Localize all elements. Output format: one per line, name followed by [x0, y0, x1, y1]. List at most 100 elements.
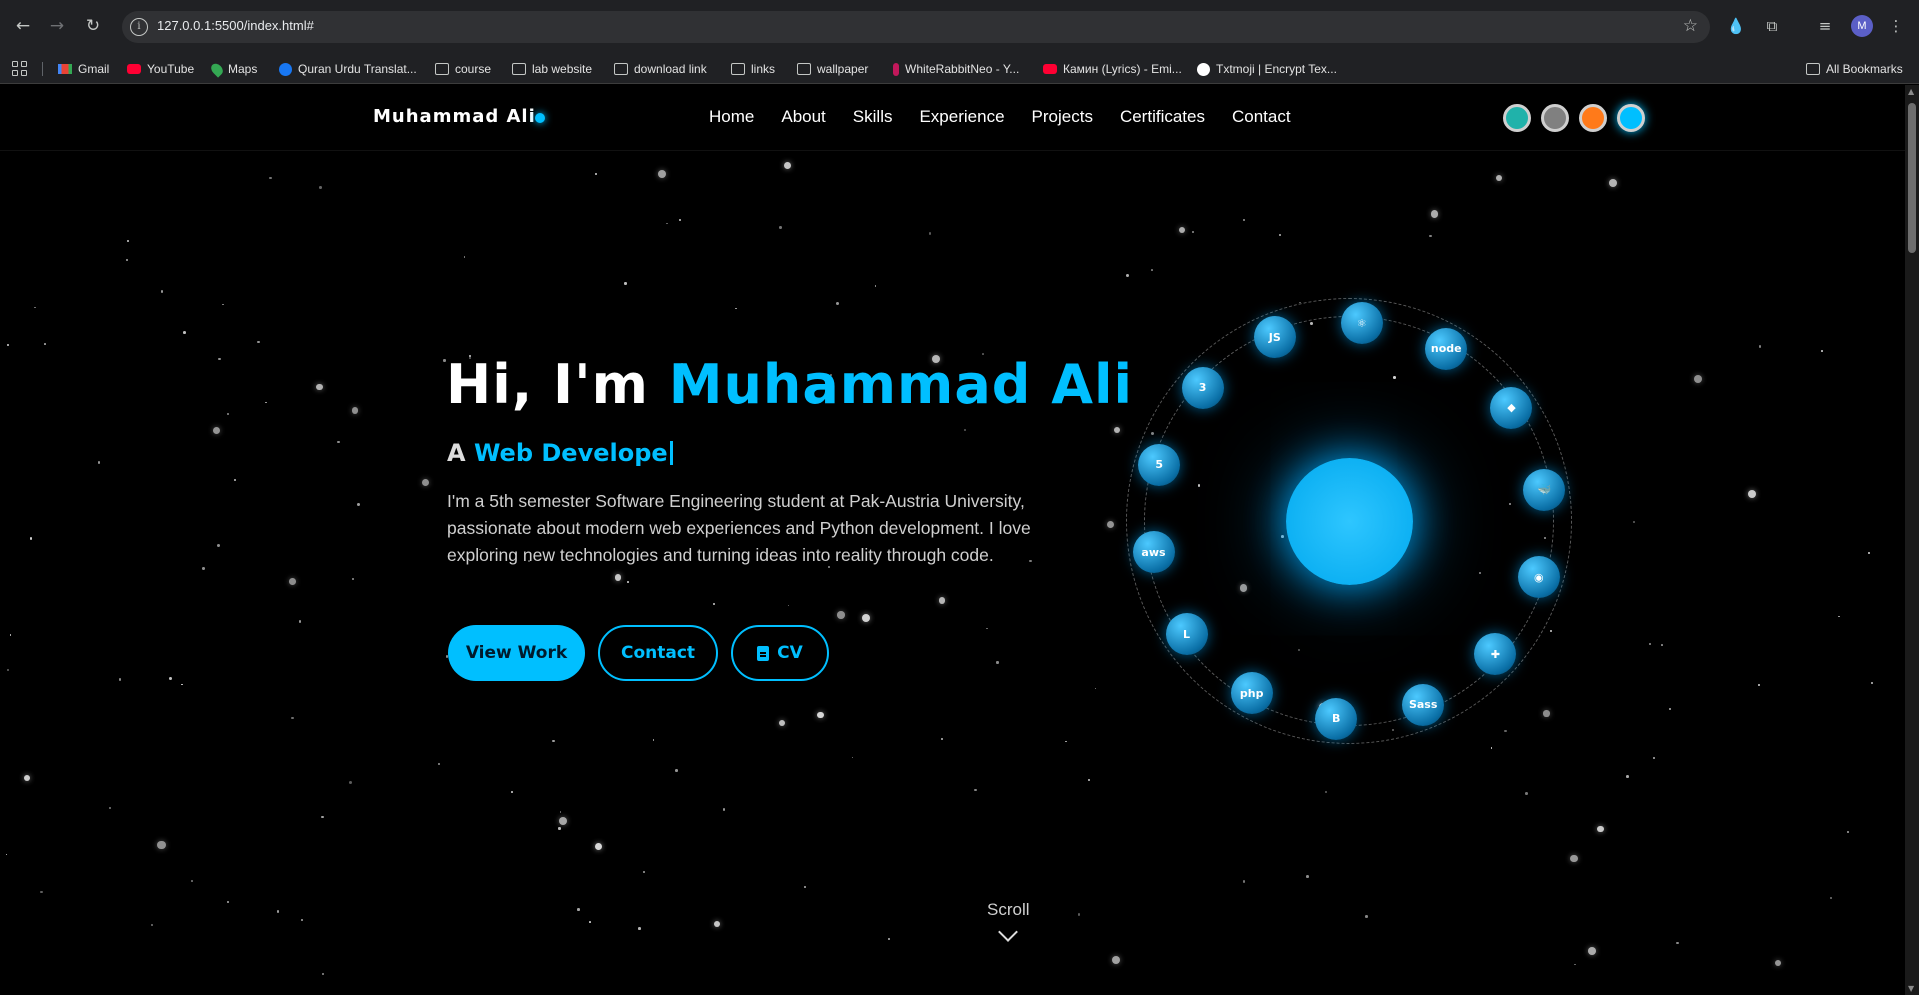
- star-particle: [1125, 273, 1129, 277]
- forward-icon[interactable]: →: [46, 15, 68, 37]
- cv-button[interactable]: CV: [731, 625, 829, 681]
- star-particle: [558, 827, 561, 830]
- site-info-icon[interactable]: i: [130, 18, 148, 36]
- javascript-icon: JS: [1253, 316, 1296, 359]
- back-icon[interactable]: ←: [12, 15, 34, 37]
- star-particle: [624, 282, 627, 285]
- theme-gray-button[interactable]: [1541, 104, 1569, 132]
- star-particle: [778, 226, 782, 230]
- sass-icon: Sass: [1402, 683, 1445, 726]
- reload-icon[interactable]: ↻: [82, 15, 104, 37]
- extension-drop-icon[interactable]: 💧: [1725, 15, 1747, 37]
- star-particle: [928, 232, 932, 235]
- star-particle: [1758, 344, 1762, 348]
- site-logo[interactable]: Muhammad Ali: [373, 106, 536, 127]
- bookmark-maps[interactable]: Maps: [208, 60, 257, 78]
- chevron-down-icon[interactable]: [998, 922, 1018, 942]
- scroll-up-icon[interactable]: ▲: [1908, 87, 1914, 96]
- bookmark-lab-website[interactable]: lab website: [512, 60, 592, 78]
- star-particle: [642, 870, 646, 874]
- star-particle: [126, 239, 130, 243]
- scroll-down-icon[interactable]: ▼: [1908, 984, 1914, 993]
- bookmark-txtmoji[interactable]: Txtmoji | Encrypt Tex...: [1197, 60, 1337, 78]
- chrome-menu-icon[interactable]: ⋮: [1885, 15, 1907, 37]
- star-particle: [851, 756, 854, 759]
- star-particle: [234, 478, 237, 482]
- view-work-button[interactable]: View Work: [448, 625, 585, 681]
- star-particle: [783, 162, 792, 170]
- nodejs-icon: node: [1425, 327, 1468, 370]
- hero-role: A Web Develope: [447, 439, 673, 467]
- star-particle: [1868, 551, 1871, 554]
- theme-blue-button[interactable]: [1617, 104, 1645, 132]
- theme-orange-button[interactable]: [1579, 104, 1607, 132]
- nav-home[interactable]: Home: [709, 107, 754, 127]
- star-particle: [1111, 955, 1121, 964]
- profile-avatar[interactable]: M: [1851, 15, 1873, 37]
- bookmark-label: All Bookmarks: [1826, 62, 1903, 76]
- star-particle: [1870, 682, 1874, 685]
- role-typed-text: Web Develope: [473, 439, 668, 467]
- portfolio-page: Muhammad Ali Home About Skills Experienc…: [0, 85, 1905, 995]
- scrollbar-thumb[interactable]: [1908, 103, 1916, 253]
- bookmark-whiterabbitneo[interactable]: WhiteRabbitNeo - Y...: [893, 60, 1019, 78]
- bookmark-download-link[interactable]: download link: [614, 60, 707, 78]
- star-particle: [552, 739, 556, 743]
- star-particle: [963, 429, 966, 432]
- star-particle: [510, 791, 513, 793]
- bookmark-course[interactable]: course: [435, 60, 491, 78]
- star-particle: [1588, 946, 1596, 955]
- bookmark-youtube[interactable]: YouTube: [127, 60, 194, 78]
- star-particle: [257, 340, 260, 344]
- nav-certificates[interactable]: Certificates: [1120, 107, 1205, 127]
- aws-icon: aws: [1132, 531, 1175, 574]
- star-particle: [1151, 269, 1153, 271]
- star-particle: [169, 676, 173, 680]
- star-particle: [675, 769, 678, 772]
- hero-intro: I'm a 5th semester Software Engineering …: [447, 491, 1031, 565]
- nav-skills[interactable]: Skills: [853, 107, 893, 127]
- page-scrollbar[interactable]: ▲ ▼: [1905, 85, 1919, 995]
- star-particle: [1820, 350, 1823, 352]
- nav-experience[interactable]: Experience: [919, 107, 1004, 127]
- address-bar[interactable]: i 127.0.0.1:5500/index.html# ☆: [122, 11, 1710, 43]
- nav-about[interactable]: About: [781, 107, 825, 127]
- star-particle: [887, 937, 891, 940]
- bookmark-links[interactable]: links: [731, 60, 775, 78]
- theme-teal-button[interactable]: [1503, 104, 1531, 132]
- extensions-puzzle-icon[interactable]: ⧉: [1761, 15, 1783, 37]
- nav-projects[interactable]: Projects: [1032, 107, 1093, 127]
- star-particle: [874, 284, 877, 287]
- star-particle: [1430, 210, 1439, 218]
- star-particle: [714, 920, 721, 928]
- contact-button[interactable]: Contact: [598, 625, 718, 681]
- all-bookmarks[interactable]: All Bookmarks: [1806, 60, 1903, 78]
- facebook-icon: [279, 62, 292, 76]
- bookmark-wallpaper[interactable]: wallpaper: [797, 60, 868, 78]
- bookmark-star-icon[interactable]: ☆: [1683, 16, 1698, 36]
- media-controls-icon[interactable]: ≡: [1814, 15, 1836, 37]
- bookmark-quran[interactable]: Quran Urdu Translat...: [279, 60, 417, 78]
- apps-grid-icon[interactable]: [12, 61, 27, 76]
- star-particle: [421, 478, 430, 486]
- star-particle: [1324, 790, 1327, 793]
- bookmark-gmail[interactable]: Gmail: [58, 60, 109, 78]
- url-text[interactable]: 127.0.0.1:5500/index.html#: [157, 18, 314, 33]
- star-particle: [1490, 746, 1493, 749]
- star-particle: [817, 711, 825, 719]
- docker-icon: 🐳: [1523, 468, 1566, 511]
- scroll-indicator-label[interactable]: Scroll: [987, 900, 1030, 920]
- bookmark-kamin[interactable]: Камин (Lyrics) - Emi...: [1043, 60, 1182, 78]
- star-particle: [97, 461, 101, 464]
- star-particle: [1570, 854, 1578, 863]
- star-particle: [595, 172, 598, 176]
- file-download-icon: [757, 645, 770, 661]
- star-particle: [118, 678, 122, 681]
- star-particle: [1774, 960, 1782, 967]
- cv-label: CV: [777, 643, 803, 663]
- nav-contact[interactable]: Contact: [1232, 107, 1291, 127]
- gmail-icon: [58, 64, 72, 74]
- star-particle: [298, 620, 302, 623]
- bookmarks-separator: [42, 62, 43, 76]
- star-particle: [666, 222, 669, 225]
